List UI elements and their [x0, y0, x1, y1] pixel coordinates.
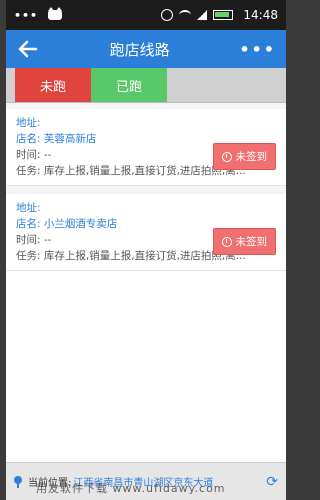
app-header: 跑店线路 ••• — [6, 30, 286, 68]
store-list: 地址: 店名: 芙蓉高新店 时间: -- 任务: 库存上报,销量上报,直接订货,… — [6, 103, 286, 271]
back-button[interactable] — [16, 37, 40, 61]
phone-screen: ••• 14:48 跑店线路 ••• 未跑 已跑 地址: 店名: 芙蓉高新店 时… — [6, 0, 286, 500]
sign-in-status-button[interactable]: 未签到 — [212, 228, 276, 255]
tab-run[interactable]: 已跑 — [91, 68, 167, 102]
store-name: 小兰烟酒专卖店 — [43, 218, 118, 230]
address-label: 地址: — [16, 117, 41, 129]
store-name-label: 店名: — [16, 218, 41, 230]
more-menu-button[interactable]: ••• — [239, 40, 276, 59]
wifi-icon — [179, 10, 192, 20]
notification-dots-icon: ••• — [14, 8, 39, 22]
sign-in-status-label: 未签到 — [235, 151, 268, 163]
store-name: 芙蓉高新店 — [43, 133, 97, 145]
store-name-label: 店名: — [16, 133, 41, 145]
status-time: 14:48 — [243, 8, 278, 22]
signal-icon — [197, 10, 208, 20]
time-value: -- — [43, 234, 52, 246]
back-arrow-icon — [18, 40, 38, 58]
sign-in-status-button[interactable]: 未签到 — [212, 143, 276, 170]
page-title: 跑店线路 — [109, 40, 170, 59]
time-label: 时间: — [16, 234, 41, 246]
tab-bar: 未跑 已跑 — [6, 68, 286, 103]
store-card[interactable]: 地址: 店名: 小兰烟酒专卖店 时间: -- 任务: 库存上报,销量上报,直接订… — [6, 194, 286, 271]
battery-icon — [213, 10, 234, 20]
location-pin-icon — [14, 475, 22, 488]
store-card[interactable]: 地址: 店名: 芙蓉高新店 时间: -- 任务: 库存上报,销量上报,直接订货,… — [6, 109, 286, 186]
address-label: 地址: — [16, 202, 41, 214]
refresh-icon[interactable]: ⟳ — [266, 474, 278, 490]
watermark: 用友软件下载 www.ufidawy.com — [36, 482, 226, 495]
alarm-icon — [161, 9, 174, 21]
status-bar: ••• 14:48 — [6, 0, 286, 30]
clock-icon — [221, 151, 232, 162]
task-label: 任务: — [16, 165, 41, 177]
time-value: -- — [43, 149, 52, 161]
sign-in-status-label: 未签到 — [235, 236, 268, 248]
time-label: 时间: — [16, 149, 41, 161]
clock-icon — [221, 236, 232, 247]
task-label: 任务: — [16, 250, 41, 262]
tab-unrun[interactable]: 未跑 — [15, 68, 91, 102]
app-notification-icon — [48, 7, 63, 20]
